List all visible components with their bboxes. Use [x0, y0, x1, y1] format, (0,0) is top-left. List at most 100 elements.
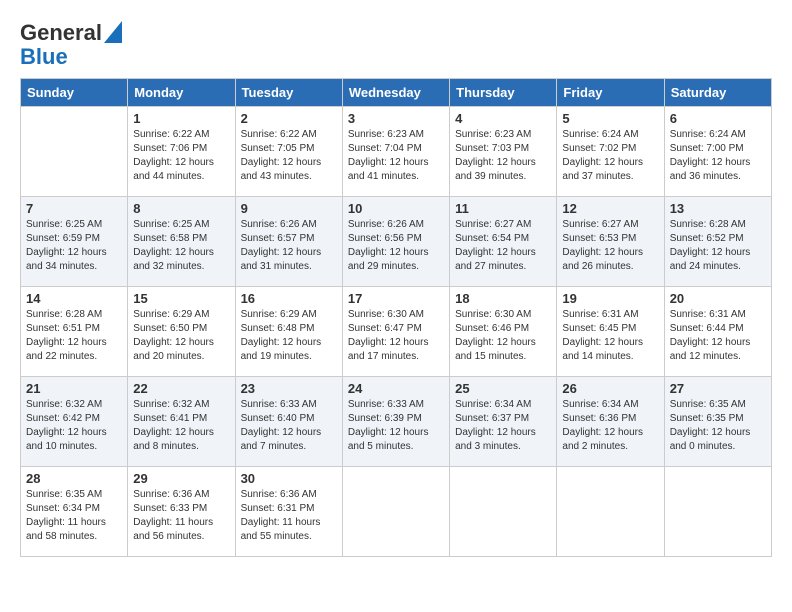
calendar-cell: 14 Sunrise: 6:28 AMSunset: 6:51 PMDayligh…	[21, 287, 128, 377]
day-number: 20	[670, 291, 766, 306]
calendar-cell: 3 Sunrise: 6:23 AMSunset: 7:04 PMDaylight…	[342, 107, 449, 197]
calendar-cell: 16 Sunrise: 6:29 AMSunset: 6:48 PMDayligh…	[235, 287, 342, 377]
calendar-cell: 25 Sunrise: 6:34 AMSunset: 6:37 PMDayligh…	[450, 377, 557, 467]
calendar-cell: 5 Sunrise: 6:24 AMSunset: 7:02 PMDaylight…	[557, 107, 664, 197]
day-info: Sunrise: 6:25 AMSunset: 6:58 PMDaylight:…	[133, 218, 229, 274]
day-number: 21	[26, 381, 122, 396]
calendar-week-row: 7 Sunrise: 6:25 AMSunset: 6:59 PMDaylight…	[21, 197, 772, 287]
calendar-cell: 21 Sunrise: 6:32 AMSunset: 6:42 PMDayligh…	[21, 377, 128, 467]
logo-blue-text: Blue	[20, 46, 122, 68]
calendar-cell: 28Sunrise: 6:35 AMSunset: 6:34 PMDayligh…	[21, 467, 128, 557]
day-number: 8	[133, 201, 229, 216]
day-info: Sunrise: 6:34 AMSunset: 6:37 PMDaylight:…	[455, 398, 551, 454]
day-info: Sunrise: 6:32 AMSunset: 6:42 PMDaylight:…	[26, 398, 122, 454]
day-number: 1	[133, 111, 229, 126]
day-info: Sunrise: 6:36 AMSunset: 6:33 PMDaylight:…	[133, 488, 229, 544]
day-info: Sunrise: 6:30 AMSunset: 6:46 PMDaylight:…	[455, 308, 551, 364]
day-number: 18	[455, 291, 551, 306]
day-number: 11	[455, 201, 551, 216]
calendar-table: SundayMondayTuesdayWednesdayThursdayFrid…	[20, 78, 772, 557]
day-number: 25	[455, 381, 551, 396]
calendar-cell: 19 Sunrise: 6:31 AMSunset: 6:45 PMDayligh…	[557, 287, 664, 377]
day-number: 12	[562, 201, 658, 216]
day-info: Sunrise: 6:27 AMSunset: 6:54 PMDaylight:…	[455, 218, 551, 274]
day-info: Sunrise: 6:33 AMSunset: 6:40 PMDaylight:…	[241, 398, 337, 454]
day-number: 15	[133, 291, 229, 306]
calendar-cell: 11 Sunrise: 6:27 AMSunset: 6:54 PMDayligh…	[450, 197, 557, 287]
day-number: 16	[241, 291, 337, 306]
day-info: Sunrise: 6:28 AMSunset: 6:51 PMDaylight:…	[26, 308, 122, 364]
calendar-cell: 15 Sunrise: 6:29 AMSunset: 6:50 PMDayligh…	[128, 287, 235, 377]
day-info: Sunrise: 6:26 AMSunset: 6:57 PMDaylight:…	[241, 218, 337, 274]
day-info: Sunrise: 6:22 AMSunset: 7:05 PMDaylight:…	[241, 128, 337, 184]
day-number: 3	[348, 111, 444, 126]
day-info: Sunrise: 6:32 AMSunset: 6:41 PMDaylight:…	[133, 398, 229, 454]
day-info: Sunrise: 6:31 AMSunset: 6:45 PMDaylight:…	[562, 308, 658, 364]
calendar-cell: 8 Sunrise: 6:25 AMSunset: 6:58 PMDaylight…	[128, 197, 235, 287]
day-number: 23	[241, 381, 337, 396]
day-info: Sunrise: 6:25 AMSunset: 6:59 PMDaylight:…	[26, 218, 122, 274]
day-info: Sunrise: 6:29 AMSunset: 6:48 PMDaylight:…	[241, 308, 337, 364]
weekday-header: Sunday	[21, 79, 128, 107]
calendar-cell	[664, 467, 771, 557]
day-info: Sunrise: 6:35 AMSunset: 6:34 PMDaylight:…	[26, 488, 122, 544]
day-number: 26	[562, 381, 658, 396]
calendar-cell: 20 Sunrise: 6:31 AMSunset: 6:44 PMDayligh…	[664, 287, 771, 377]
day-info: Sunrise: 6:34 AMSunset: 6:36 PMDaylight:…	[562, 398, 658, 454]
calendar-cell	[342, 467, 449, 557]
day-info: Sunrise: 6:22 AMSunset: 7:06 PMDaylight:…	[133, 128, 229, 184]
day-number: 29	[133, 471, 229, 486]
calendar-week-row: 1 Sunrise: 6:22 AMSunset: 7:06 PMDaylight…	[21, 107, 772, 197]
day-number: 5	[562, 111, 658, 126]
day-number: 30	[241, 471, 337, 486]
calendar-cell: 6Sunrise: 6:24 AMSunset: 7:00 PMDaylight…	[664, 107, 771, 197]
day-number: 14	[26, 291, 122, 306]
day-number: 13	[670, 201, 766, 216]
day-number: 7	[26, 201, 122, 216]
day-number: 19	[562, 291, 658, 306]
logo-icon	[104, 21, 122, 43]
calendar-cell: 29 Sunrise: 6:36 AMSunset: 6:33 PMDayligh…	[128, 467, 235, 557]
day-info: Sunrise: 6:31 AMSunset: 6:44 PMDaylight:…	[670, 308, 766, 364]
weekday-header: Tuesday	[235, 79, 342, 107]
day-number: 4	[455, 111, 551, 126]
weekday-header: Monday	[128, 79, 235, 107]
day-number: 27	[670, 381, 766, 396]
day-number: 6	[670, 111, 766, 126]
calendar-cell: 22 Sunrise: 6:32 AMSunset: 6:41 PMDayligh…	[128, 377, 235, 467]
day-info: Sunrise: 6:24 AMSunset: 7:02 PMDaylight:…	[562, 128, 658, 184]
logo-general: General	[20, 20, 102, 46]
day-number: 10	[348, 201, 444, 216]
weekday-header: Wednesday	[342, 79, 449, 107]
calendar-cell: 4Sunrise: 6:23 AMSunset: 7:03 PMDaylight…	[450, 107, 557, 197]
calendar-week-row: 21 Sunrise: 6:32 AMSunset: 6:42 PMDayligh…	[21, 377, 772, 467]
day-number: 22	[133, 381, 229, 396]
day-number: 17	[348, 291, 444, 306]
day-info: Sunrise: 6:28 AMSunset: 6:52 PMDaylight:…	[670, 218, 766, 274]
calendar-cell: 24 Sunrise: 6:33 AMSunset: 6:39 PMDayligh…	[342, 377, 449, 467]
calendar-cell	[557, 467, 664, 557]
day-number: 2	[241, 111, 337, 126]
day-info: Sunrise: 6:35 AMSunset: 6:35 PMDaylight:…	[670, 398, 766, 454]
page-header: General Blue	[20, 20, 772, 68]
calendar-cell: 17Sunrise: 6:30 AMSunset: 6:47 PMDayligh…	[342, 287, 449, 377]
calendar-cell	[450, 467, 557, 557]
day-number: 24	[348, 381, 444, 396]
calendar-cell: 26 Sunrise: 6:34 AMSunset: 6:36 PMDayligh…	[557, 377, 664, 467]
day-info: Sunrise: 6:27 AMSunset: 6:53 PMDaylight:…	[562, 218, 658, 274]
calendar-cell: 2 Sunrise: 6:22 AMSunset: 7:05 PMDaylight…	[235, 107, 342, 197]
day-info: Sunrise: 6:33 AMSunset: 6:39 PMDaylight:…	[348, 398, 444, 454]
logo: General Blue	[20, 20, 122, 68]
calendar-cell: 30Sunrise: 6:36 AMSunset: 6:31 PMDayligh…	[235, 467, 342, 557]
day-info: Sunrise: 6:23 AMSunset: 7:04 PMDaylight:…	[348, 128, 444, 184]
calendar-cell	[21, 107, 128, 197]
header-row: SundayMondayTuesdayWednesdayThursdayFrid…	[21, 79, 772, 107]
day-info: Sunrise: 6:29 AMSunset: 6:50 PMDaylight:…	[133, 308, 229, 364]
weekday-header: Thursday	[450, 79, 557, 107]
calendar-cell: 23 Sunrise: 6:33 AMSunset: 6:40 PMDayligh…	[235, 377, 342, 467]
calendar-cell: 7 Sunrise: 6:25 AMSunset: 6:59 PMDaylight…	[21, 197, 128, 287]
calendar-cell: 10Sunrise: 6:26 AMSunset: 6:56 PMDayligh…	[342, 197, 449, 287]
calendar-cell: 13 Sunrise: 6:28 AMSunset: 6:52 PMDayligh…	[664, 197, 771, 287]
day-number: 9	[241, 201, 337, 216]
weekday-header: Saturday	[664, 79, 771, 107]
